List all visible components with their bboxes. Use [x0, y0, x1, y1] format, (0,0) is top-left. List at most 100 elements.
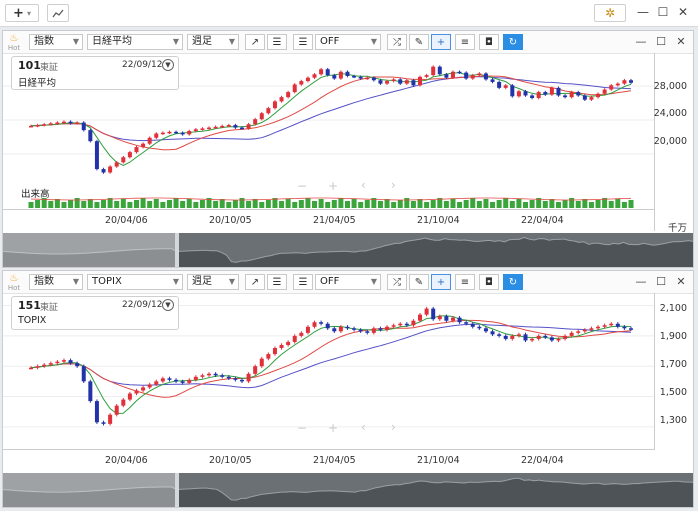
panel-close-button[interactable]: ✕ [675, 275, 687, 288]
range-navigator[interactable] [3, 473, 693, 507]
candle-body [233, 378, 238, 380]
gear-icon: ✲ [604, 6, 616, 20]
volume-bar [232, 200, 238, 208]
candle-body [371, 77, 376, 81]
candle-body [490, 331, 495, 335]
crosshair-button[interactable]: + [431, 34, 451, 50]
range-navigator[interactable] [3, 233, 693, 267]
shuffle-button[interactable]: ⤮ [387, 274, 407, 290]
panel-maximize-button[interactable]: ☐ [655, 275, 667, 288]
align-right-button[interactable]: ☰ [293, 274, 313, 290]
range-handle[interactable] [175, 233, 179, 267]
volume-bar [193, 202, 199, 208]
candle-body [444, 74, 449, 78]
candle-body [29, 125, 33, 128]
draw-button[interactable]: ✎ [409, 34, 429, 50]
settings-button[interactable]: ✲ [594, 4, 626, 22]
candle-body [75, 363, 80, 367]
candle-body [121, 399, 126, 406]
close-button[interactable]: ✕ [676, 5, 690, 19]
candle-body [483, 73, 488, 80]
volume-bar [279, 201, 285, 208]
candle-body [213, 126, 218, 129]
scroll-left-button[interactable]: ‹ [361, 420, 366, 434]
period-select[interactable]: 週足 ▼ [187, 34, 239, 50]
instrument-name: TOPIX [18, 315, 47, 326]
panel-maximize-button[interactable]: ☐ [655, 35, 667, 48]
scroll-right-button[interactable]: › [391, 420, 396, 434]
volume-bar [509, 201, 515, 208]
scroll-left-button[interactable]: ‹ [361, 178, 366, 192]
zoom-out-button[interactable]: − [297, 421, 307, 435]
type-select-value: 指数 [34, 276, 54, 287]
zoom-out-button[interactable]: − [297, 179, 307, 193]
index-select[interactable]: TOPIX ▼ [87, 274, 183, 290]
camera-icon: ◘ [485, 276, 493, 288]
x-tick-label: 20/10/05 [209, 215, 252, 226]
pencil-icon: ✎ [414, 36, 424, 48]
candle-body [305, 326, 310, 333]
candle-body [332, 328, 337, 332]
candle-body [154, 381, 159, 385]
y-tick-label: 1,300 [659, 415, 687, 426]
screenshot-button[interactable]: ◘ [479, 274, 499, 290]
candle-body [108, 166, 113, 173]
type-select[interactable]: 指数 ▼ [29, 274, 83, 290]
chart-line-icon[interactable] [47, 4, 69, 22]
volume-bar [628, 200, 634, 208]
overlay-select-value: OFF [320, 36, 340, 47]
volume-bar [615, 199, 621, 208]
chevron-down-icon: ▼ [228, 37, 235, 46]
crosshair-button[interactable]: + [431, 274, 451, 290]
volume-bar [377, 201, 383, 208]
panel-close-button[interactable]: ✕ [675, 35, 687, 48]
candle-body [418, 314, 423, 321]
period-select[interactable]: 週足 ▼ [187, 274, 239, 290]
draw-button[interactable]: ✎ [409, 274, 429, 290]
minimize-icon: — [635, 34, 647, 48]
overlay-select[interactable]: OFF ▼ [315, 274, 381, 290]
trendline-tool-button[interactable]: ↗ [245, 274, 265, 290]
volume-bar [186, 199, 192, 208]
volume-bar [364, 200, 370, 208]
candle-body [48, 363, 53, 365]
shuffle-button[interactable]: ⤮ [387, 34, 407, 50]
candle-body [536, 92, 541, 98]
trendline-tool-button[interactable]: ↗ [245, 34, 265, 50]
arrow-up-right-icon: ↗ [250, 276, 260, 288]
zoom-in-button[interactable]: + [328, 421, 338, 435]
collapse-toggle-icon[interactable]: ▼ [162, 299, 174, 311]
candle-body [596, 326, 601, 329]
indicator-button[interactable]: ≡ [455, 274, 475, 290]
candle-body [497, 81, 502, 88]
candle-body [61, 121, 66, 124]
refresh-button[interactable]: ↻ [503, 34, 523, 50]
zoom-in-button[interactable]: + [328, 179, 338, 193]
screenshot-button[interactable]: ◘ [479, 34, 499, 50]
panel-minimize-button[interactable]: — [635, 34, 647, 48]
panel-minimize-button[interactable]: — [635, 275, 647, 288]
align-right-button[interactable]: ☰ [293, 34, 313, 50]
index-select[interactable]: 日経平均 ▼ [87, 34, 183, 50]
collapse-toggle-icon[interactable]: ▼ [162, 59, 174, 71]
volume-bar [562, 200, 568, 208]
scroll-right-button[interactable]: › [391, 178, 396, 192]
volume-bar [114, 201, 120, 208]
candle-body [299, 332, 304, 336]
minimize-button[interactable]: — [636, 5, 650, 19]
candle-body [233, 125, 238, 128]
ma-short-line [30, 315, 632, 415]
overlay-select[interactable]: OFF ▼ [315, 34, 381, 50]
indicator-button[interactable]: ≡ [455, 34, 475, 50]
range-handle[interactable] [175, 473, 179, 507]
maximize-button[interactable]: ☐ [656, 5, 670, 19]
type-select[interactable]: 指数 ▼ [29, 34, 83, 50]
align-left-button[interactable]: ☰ [267, 34, 287, 50]
volume-bar [549, 199, 555, 208]
add-chart-button[interactable]: + ▾ [5, 4, 39, 22]
refresh-button[interactable]: ↻ [503, 274, 523, 290]
candle-body [391, 79, 396, 82]
minimize-icon: — [637, 5, 649, 19]
candle-body [589, 97, 594, 100]
align-left-button[interactable]: ☰ [267, 274, 287, 290]
